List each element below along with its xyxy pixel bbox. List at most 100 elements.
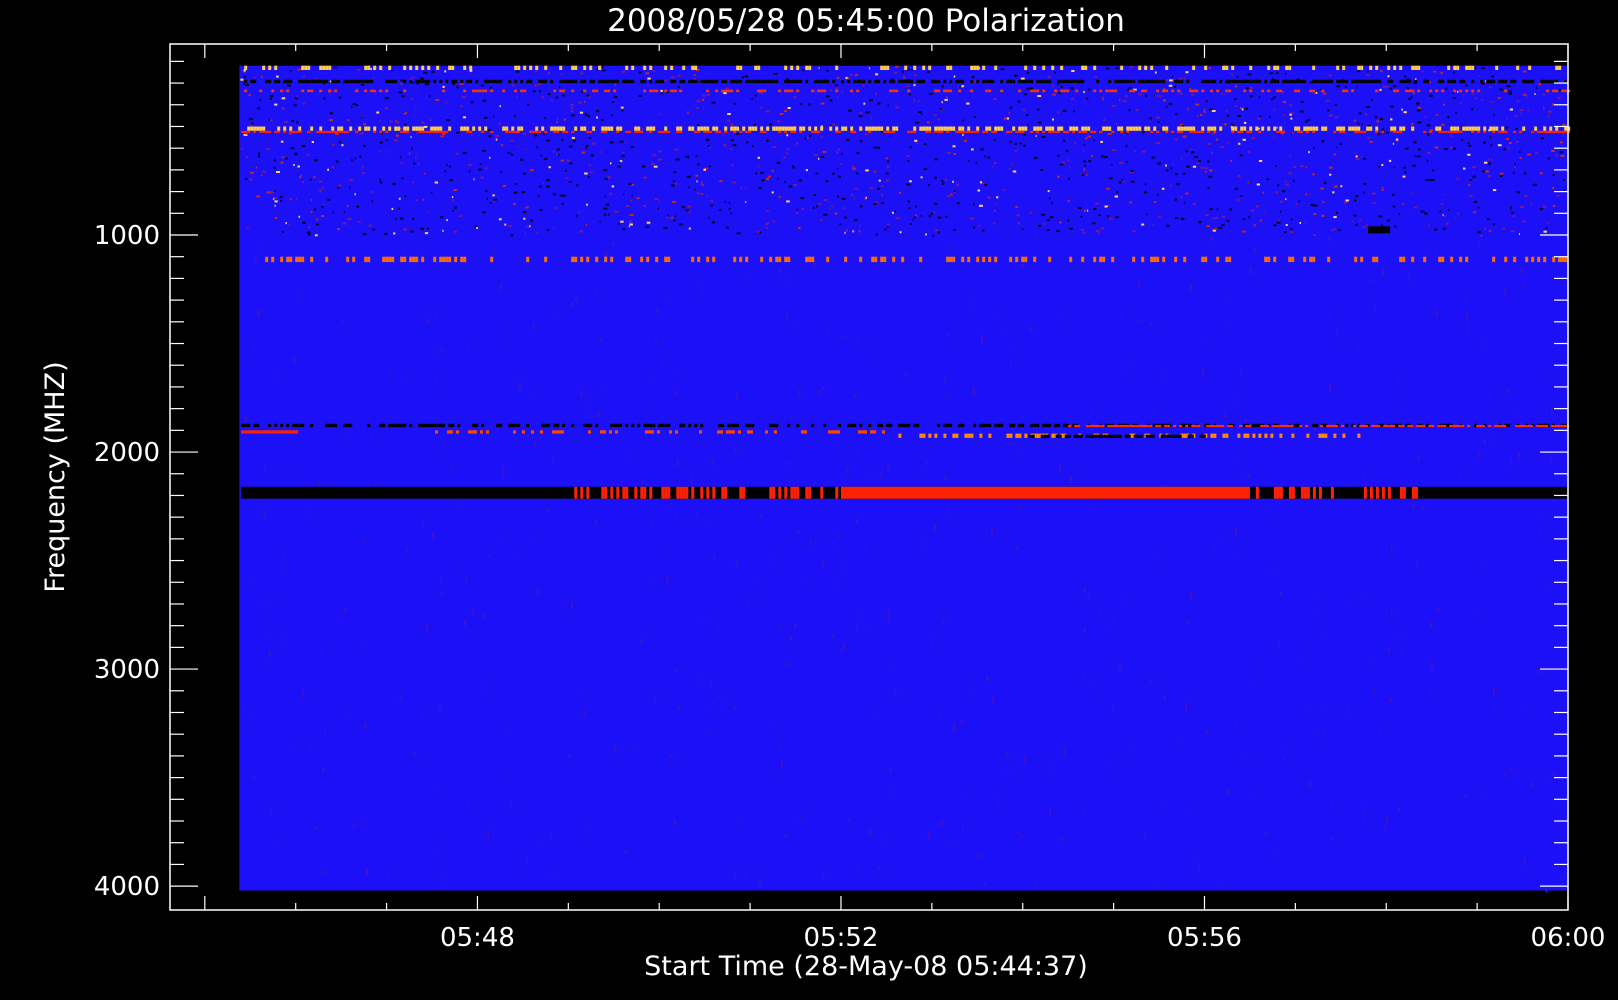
noise-pixel — [538, 83, 542, 86]
noise-pixel — [1412, 502, 1415, 510]
noise-pixel — [1269, 116, 1271, 119]
noise-pixel — [510, 139, 514, 142]
burst-segment — [880, 126, 884, 131]
burst-segment — [1339, 130, 1343, 133]
burst-segment — [1231, 79, 1235, 84]
burst-segment — [271, 256, 275, 263]
burst-segment — [657, 430, 660, 434]
burst-segment — [979, 433, 983, 438]
noise-pixel — [575, 687, 578, 690]
noise-pixel — [1229, 208, 1232, 211]
burst-segment — [421, 256, 425, 263]
burst-segment — [466, 79, 470, 84]
noise-pixel — [937, 118, 940, 121]
noise-pixel — [587, 115, 591, 118]
burst-segment — [1028, 434, 1032, 438]
burst-segment — [445, 256, 449, 263]
burst-segment — [1450, 256, 1454, 263]
noise-pixel — [779, 113, 784, 115]
noise-pixel — [451, 464, 454, 470]
burst-segment — [1536, 424, 1540, 428]
noise-pixel — [926, 460, 928, 467]
noise-pixel — [771, 191, 774, 194]
burst-segment — [706, 256, 710, 263]
noise-pixel — [518, 382, 521, 390]
burst-segment — [1531, 256, 1535, 263]
burst-segment — [1453, 89, 1457, 93]
burst-segment — [1306, 130, 1310, 133]
noise-pixel — [561, 138, 564, 141]
burst-segment — [1492, 130, 1496, 133]
burst-segment — [886, 65, 890, 70]
noise-pixel — [676, 367, 679, 373]
burst-segment — [1036, 79, 1040, 84]
noise-pixel — [1191, 151, 1194, 154]
burst-segment — [796, 79, 800, 84]
burst-segment — [937, 130, 941, 133]
burst-segment — [1216, 256, 1220, 263]
burst-segment — [1057, 126, 1061, 131]
noise-pixel — [1021, 264, 1024, 269]
burst-segment — [709, 79, 713, 84]
noise-pixel — [1457, 90, 1459, 93]
noise-pixel — [933, 211, 936, 214]
noise-pixel — [623, 70, 625, 73]
noise-pixel — [1538, 83, 1542, 85]
burst-segment — [522, 430, 525, 434]
burst-segment — [1015, 256, 1019, 263]
burst-segment — [732, 430, 735, 434]
noise-pixel — [569, 145, 573, 148]
noise-pixel — [1226, 789, 1229, 795]
burst-segment — [586, 486, 590, 499]
burst-segment — [1009, 130, 1013, 133]
burst-segment — [463, 65, 467, 70]
noise-pixel — [384, 97, 389, 100]
burst-segment — [823, 89, 827, 93]
burst-segment — [1249, 89, 1253, 93]
noise-pixel — [928, 184, 930, 187]
burst-segment — [337, 130, 341, 133]
burst-segment — [1213, 433, 1217, 438]
noise-pixel — [1087, 88, 1091, 91]
noise-pixel — [814, 537, 817, 546]
noise-pixel — [321, 206, 324, 209]
noise-pixel — [1345, 199, 1349, 202]
burst-segment — [478, 89, 482, 93]
noise-pixel — [445, 101, 447, 104]
burst-segment — [343, 423, 347, 428]
burst-segment — [268, 65, 272, 70]
noise-pixel — [719, 209, 722, 211]
burst-segment — [436, 126, 440, 131]
burst-segment — [526, 79, 530, 84]
noise-pixel — [1162, 802, 1165, 806]
noise-pixel — [906, 84, 910, 87]
burst-segment — [1258, 79, 1262, 84]
burst-segment — [709, 130, 713, 133]
noise-pixel — [973, 203, 975, 206]
noise-pixel — [1443, 103, 1445, 106]
noise-pixel — [353, 128, 356, 131]
noise-pixel — [841, 197, 846, 200]
noise-pixel — [285, 157, 288, 160]
noise-pixel — [790, 110, 792, 113]
burst-segment — [1471, 126, 1475, 131]
noise-pixel — [1506, 85, 1511, 88]
noise-pixel — [1174, 198, 1178, 201]
noise-pixel — [700, 283, 703, 291]
burst-segment — [1276, 89, 1280, 93]
noise-pixel — [832, 543, 835, 547]
burst-segment — [301, 423, 305, 428]
noise-pixel — [962, 823, 964, 830]
noise-pixel — [925, 233, 927, 236]
noise-pixel — [584, 172, 588, 175]
burst-segment — [793, 126, 797, 131]
noise-pixel — [1285, 198, 1287, 201]
burst-segment — [1158, 424, 1162, 428]
noise-pixel — [732, 144, 737, 147]
noise-pixel — [946, 195, 951, 197]
noise-pixel — [1311, 731, 1314, 735]
burst-segment — [727, 89, 731, 93]
burst-segment — [1291, 79, 1295, 84]
burst-segment — [1201, 89, 1205, 93]
burst-segment — [415, 65, 419, 70]
